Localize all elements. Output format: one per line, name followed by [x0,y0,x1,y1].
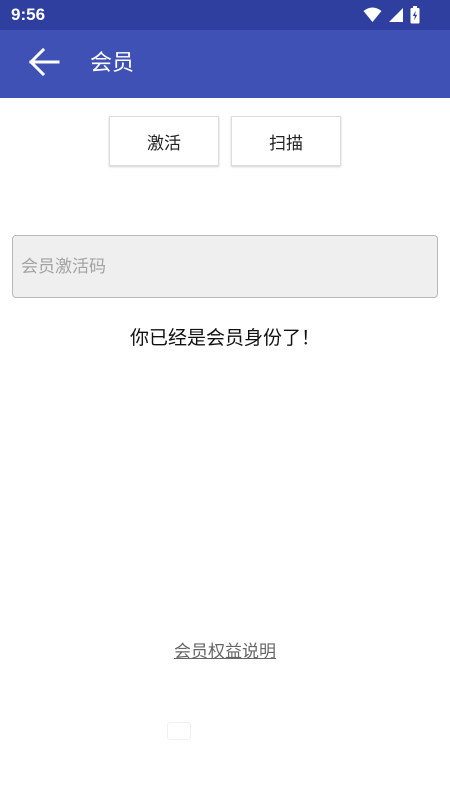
page-title: 会员 [90,51,135,76]
scan-button[interactable]: 扫描 [231,116,341,166]
status-time: 9:56 [11,5,46,24]
member-benefits-link[interactable]: 会员权益说明 [0,637,450,662]
screen: 9:56 会员 激活 扫描 会员激活码 你已经是会员身份了！ 会员权益说明 [0,0,450,800]
battery-charging-icon [410,6,420,24]
activate-button[interactable]: 激活 [109,116,219,166]
arrow-left-icon [28,47,60,80]
back-button[interactable] [24,47,64,80]
cellular-signal-icon [388,7,404,23]
activation-code-input[interactable] [12,235,438,298]
wifi-icon [363,7,382,23]
status-bar: 9:56 [0,0,450,30]
member-status-text: 你已经是会员身份了！ [129,327,320,349]
app-bar: 会员 [0,30,450,98]
bottom-handle [167,722,191,740]
status-icons [363,6,420,24]
